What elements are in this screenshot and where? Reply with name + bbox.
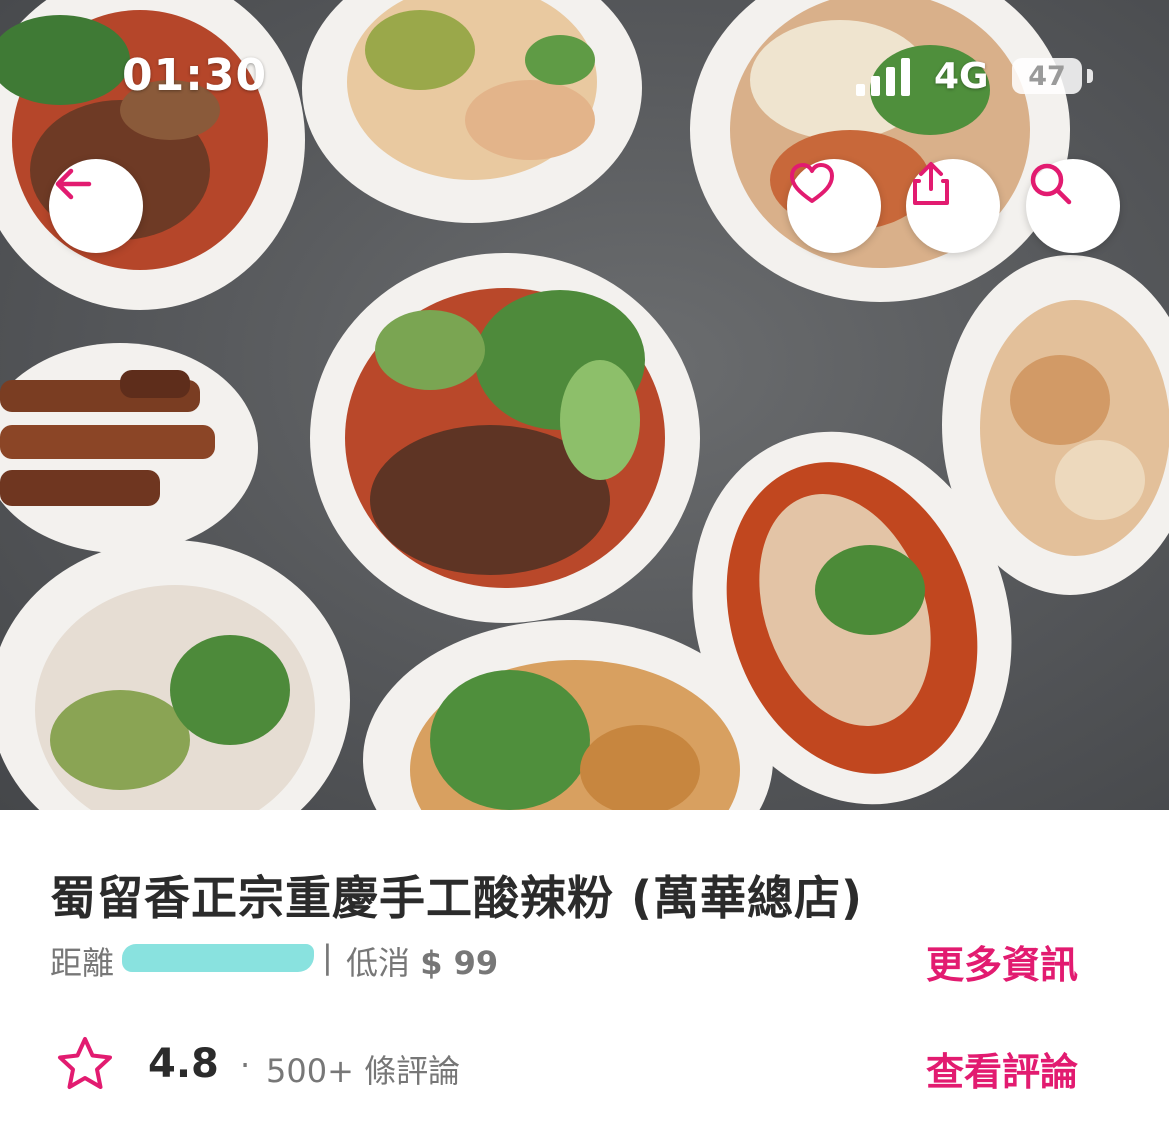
share-icon xyxy=(913,162,949,205)
battery-icon: 47 xyxy=(1012,58,1082,94)
rating-dot-separator: · xyxy=(240,1046,251,1084)
bowl-top-left xyxy=(0,0,305,310)
back-button[interactable] xyxy=(49,159,143,253)
heart-icon xyxy=(790,163,834,203)
hero-image: 01:30 4G 47 xyxy=(0,0,1169,810)
arrow-left-icon xyxy=(55,168,92,200)
battery-nub xyxy=(1087,69,1093,83)
meta-separator: | xyxy=(322,938,333,976)
dish-left-ribs xyxy=(0,343,258,553)
reviews-count: 500+ 條評論 xyxy=(266,1052,461,1090)
min-spend: 低消 $ 99 xyxy=(346,938,498,984)
network-label: 4G xyxy=(934,56,989,97)
more-info-link[interactable]: 更多資訊 xyxy=(926,934,1078,989)
bowl-top-middle xyxy=(302,0,642,223)
distance-label: 距離 xyxy=(50,944,115,982)
battery-level: 47 xyxy=(1028,61,1066,92)
restaurant-name: 蜀留香正宗重慶手工酸辣粉 (萬華總店) xyxy=(50,871,864,925)
food-photo-illustration xyxy=(0,0,1169,810)
min-spend-label: 低消 xyxy=(346,944,411,982)
view-reviews-link[interactable]: 查看評論 xyxy=(926,1041,1078,1096)
bowl-bottom-left xyxy=(0,540,350,810)
rating-value: 4.8 xyxy=(148,1041,219,1087)
bowl-center xyxy=(310,253,700,623)
share-button[interactable] xyxy=(906,159,1000,253)
signal-icon xyxy=(856,58,910,96)
redaction-mark xyxy=(122,944,314,972)
star-icon xyxy=(58,1037,112,1089)
status-time: 01:30 xyxy=(122,50,268,101)
search-button[interactable] xyxy=(1026,159,1120,253)
favorite-button[interactable] xyxy=(787,159,881,253)
bowl-top-right xyxy=(690,0,1070,302)
min-spend-value: $ 99 xyxy=(420,944,499,982)
search-icon xyxy=(1030,163,1072,205)
